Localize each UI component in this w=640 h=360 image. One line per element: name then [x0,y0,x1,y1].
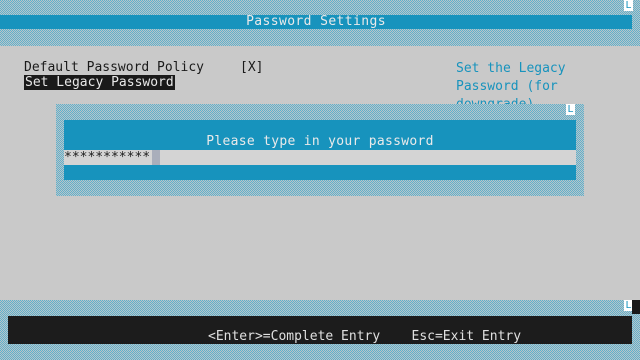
text-cursor [152,150,160,165]
key-hint-bar: <Enter>=Complete Entry Esc=Exit Entry [8,316,632,344]
corner-marker-icon: L [624,0,633,11]
password-masked-value: *********** [64,150,151,165]
menu-item-default-password-policy[interactable]: Default Password Policy [24,60,204,75]
menu-item-set-legacy-password[interactable]: Set Legacy Password [24,75,175,90]
default-password-policy-checkbox[interactable]: [X] [240,60,263,75]
key-hints: <Enter>=Complete Entry Esc=Exit Entry [208,329,522,344]
dialog-corner-icon: L [566,104,575,115]
dialog-prompt: Please type in your password [206,134,434,149]
footer-corner-block [632,300,640,314]
password-input[interactable]: *********** [64,150,576,165]
page-title: Password Settings [0,15,632,29]
